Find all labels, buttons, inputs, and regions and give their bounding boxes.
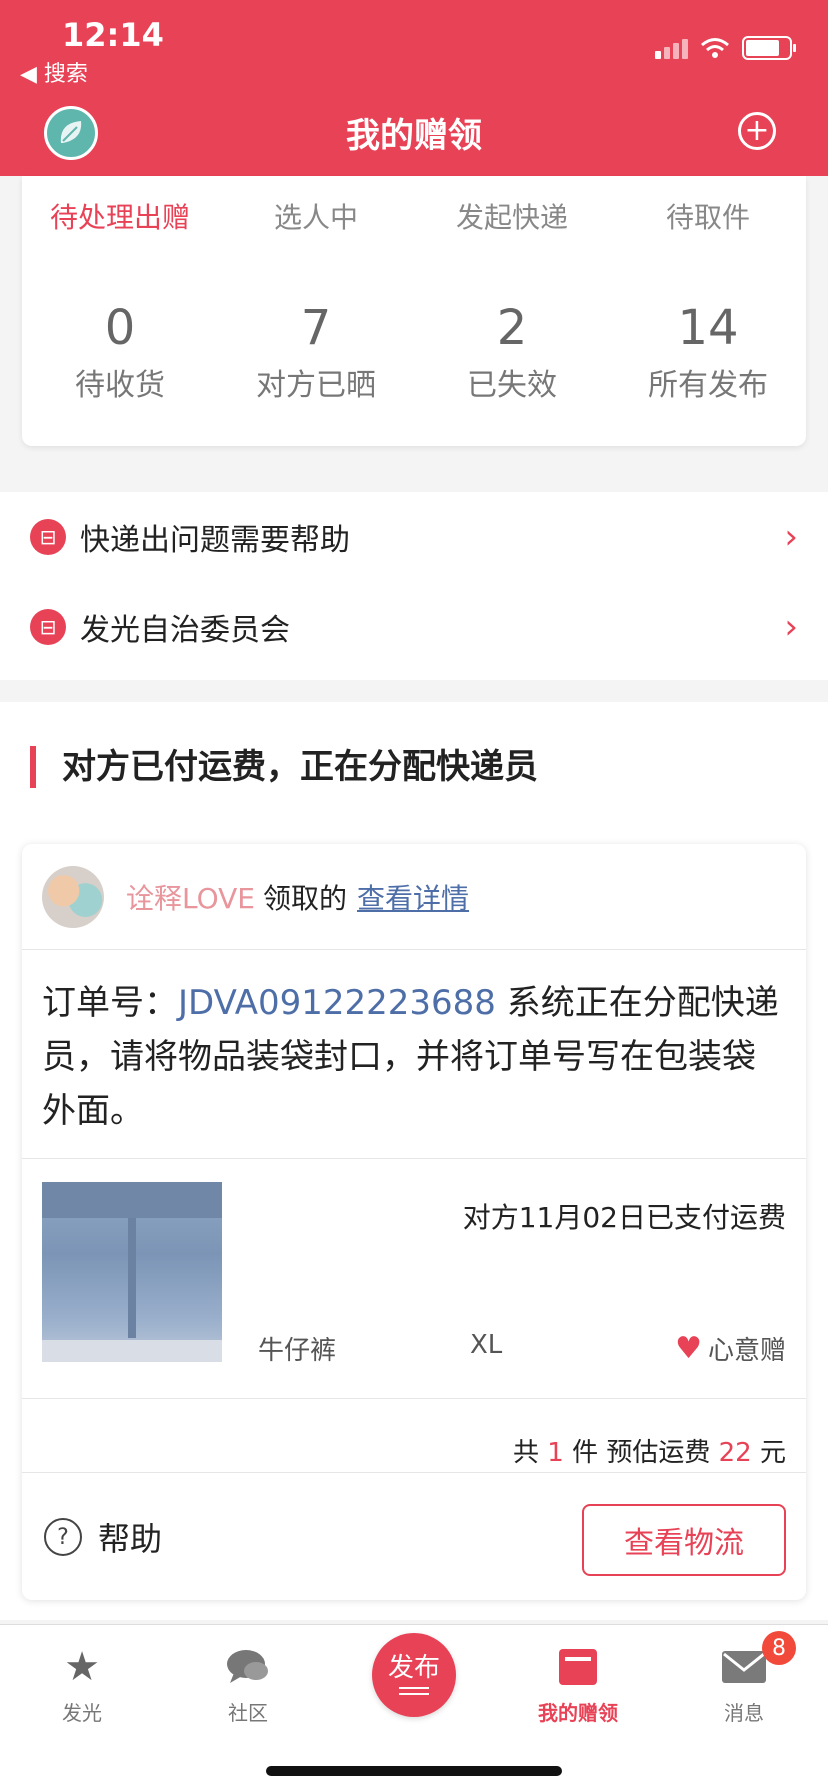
wifi-icon — [701, 38, 729, 58]
tab-label: 消息 — [724, 1701, 764, 1725]
gift-type: ♥ 心意赠 — [675, 1330, 786, 1367]
view-logistics-button[interactable]: 查看物流 — [582, 1504, 786, 1576]
status-icons — [655, 36, 796, 60]
summary-unit: 元 — [759, 1438, 786, 1468]
publish-button[interactable]: 发布 — [372, 1633, 456, 1717]
committee-link[interactable]: ⊟ 发光自治委员会 › — [0, 582, 828, 672]
heart-icon: ♥ — [675, 1330, 702, 1366]
order-no-label: 订单号： — [42, 983, 178, 1023]
help-links: ⊟ 快递出问题需要帮助 › ⊟ 发光自治委员会 › — [0, 492, 828, 680]
item-name: 牛仔裤 — [258, 1336, 337, 1366]
publish-label: 发布 — [387, 1653, 440, 1683]
top-header: 12:14 ◀ 搜索 我的赠领 + — [0, 0, 828, 176]
battery-icon — [742, 36, 796, 60]
summary-prefix: 共 — [513, 1438, 540, 1468]
stat-label: 已失效 — [467, 368, 557, 403]
page-title: 我的赠领 — [346, 116, 482, 156]
tab-label: 发光 — [62, 1701, 102, 1725]
tab-label: 社区 — [228, 1701, 268, 1725]
stats-card: 待处理出赠 选人中 发起快递 待取件 0 待收货 7 对方已晒 2 已失效 14… — [22, 176, 806, 446]
divider — [22, 1472, 806, 1473]
tab-pending-gift[interactable]: 待处理出赠 — [50, 201, 190, 234]
stat-expired[interactable]: 2 已失效 — [414, 300, 610, 404]
menu-lines-icon — [399, 1687, 429, 1695]
help-label: 帮助 — [98, 1520, 163, 1558]
divider — [22, 1398, 806, 1399]
summary-mid: 件 预估运费 — [572, 1438, 711, 1468]
order-number[interactable]: JDVA09122223688 — [178, 983, 496, 1023]
divider — [22, 1158, 806, 1159]
courier-help-link[interactable]: ⊟ 快递出问题需要帮助 › — [0, 492, 828, 582]
order-card-header: 诠释LOVE 领取的 查看详情 — [22, 844, 806, 950]
tab-selecting[interactable]: 选人中 — [274, 201, 358, 234]
stat-label: 所有发布 — [648, 368, 768, 403]
stat-all-posts[interactable]: 14 所有发布 — [610, 300, 806, 404]
receiver-suffix: 领取的 — [263, 881, 348, 915]
stat-value: 14 — [677, 300, 739, 356]
star-icon: ★ — [64, 1644, 100, 1690]
tab-community[interactable]: 社区 — [188, 1643, 308, 1726]
book-icon — [518, 1643, 638, 1691]
section-title: 对方已付运费，正在分配快递员 — [30, 746, 538, 788]
help-link-label: 发光自治委员会 — [80, 613, 290, 648]
stat-label: 对方已晒 — [256, 368, 376, 403]
order-summary: 共 1 件 预估运费 22 元 — [513, 1432, 786, 1469]
question-icon: ? — [44, 1518, 82, 1556]
item-size: XL — [470, 1330, 503, 1360]
stat-shared[interactable]: 7 对方已晒 — [218, 300, 414, 404]
view-detail-link[interactable]: 查看详情 — [357, 877, 469, 917]
home-indicator[interactable] — [266, 1766, 562, 1776]
stat-value: 0 — [104, 300, 136, 356]
tab-messages[interactable]: 消息 8 — [684, 1631, 804, 1726]
help-link-label: 快递出问题需要帮助 — [80, 523, 350, 558]
item-image[interactable] — [42, 1182, 222, 1362]
status-time: 12:14 — [62, 16, 164, 54]
gift-type-label: 心意赠 — [707, 1336, 786, 1366]
help-button[interactable]: ? 帮助 — [44, 1514, 162, 1560]
chevron-right-icon: › — [784, 517, 798, 557]
chevron-right-icon: › — [784, 607, 798, 647]
stat-value: 7 — [300, 300, 332, 356]
add-button[interactable]: + — [738, 112, 776, 150]
stat-label: 待收货 — [75, 368, 165, 403]
courier-icon: ⊟ — [30, 519, 66, 555]
item-count: 1 — [547, 1438, 564, 1468]
tab-start-courier[interactable]: 发起快递 — [456, 201, 568, 234]
stat-awaiting-receipt[interactable]: 0 待收货 — [22, 300, 218, 404]
order-section: 对方已付运费，正在分配快递员 诠释LOVE 领取的 查看详情 订单号：JDVA0… — [0, 702, 828, 1620]
receiver-name[interactable]: 诠释LOVE — [126, 877, 255, 917]
tab-awaiting-pickup[interactable]: 待取件 — [666, 201, 750, 234]
stat-value: 2 — [496, 300, 528, 356]
signal-icon — [655, 37, 688, 59]
back-to-search-link[interactable]: ◀ 搜索 — [20, 56, 88, 88]
avatar[interactable] — [42, 865, 104, 928]
paid-status: 对方11月02日已支付运费 — [462, 1201, 786, 1234]
shipping-fee: 22 — [718, 1438, 752, 1468]
order-card: 诠释LOVE 领取的 查看详情 订单号：JDVA09122223688 系统正在… — [22, 844, 806, 1600]
status-tabs: 待处理出赠 选人中 发起快递 待取件 — [22, 196, 806, 236]
unread-badge: 8 — [762, 1631, 796, 1665]
order-message: 订单号：JDVA09122223688 系统正在分配快递员，请将物品装袋封口，并… — [42, 976, 786, 1138]
stats-counts: 0 待收货 7 对方已晒 2 已失效 14 所有发布 — [22, 300, 806, 404]
plus-icon: + — [744, 113, 770, 148]
tab-my-gifts[interactable]: 我的赠领 — [518, 1643, 638, 1726]
courier-icon: ⊟ — [30, 609, 66, 645]
tab-label: 我的赠领 — [538, 1701, 618, 1725]
tab-glow[interactable]: ★ 发光 — [22, 1643, 142, 1726]
chat-bubble-icon — [188, 1643, 308, 1691]
